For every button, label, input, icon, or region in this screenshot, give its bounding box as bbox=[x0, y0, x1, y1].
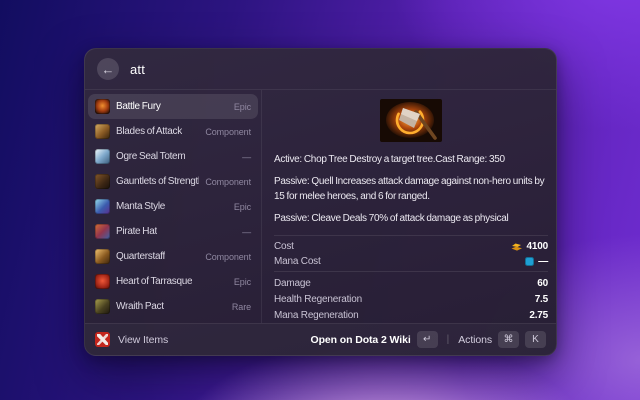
item-badge: Epic bbox=[234, 277, 251, 287]
mana-cost-row: Mana Cost — bbox=[274, 254, 548, 269]
item-name: Battle Fury bbox=[116, 101, 161, 112]
detail-separator bbox=[274, 235, 548, 236]
list-item-battle-fury[interactable]: Battle Fury Epic bbox=[88, 94, 258, 119]
detail-panel: Active: Chop Tree Destroy a target tree.… bbox=[262, 90, 556, 323]
mana-regen-row: Mana Regeneration 2.75 bbox=[274, 307, 548, 323]
mana-cost-value: — bbox=[538, 256, 548, 267]
list-item-pirate-hat[interactable]: Pirate Hat — bbox=[88, 219, 258, 244]
item-badge: Epic bbox=[234, 102, 251, 112]
actions-menu-button[interactable]: Actions ⌘ K bbox=[458, 331, 546, 348]
back-button[interactable]: ← bbox=[97, 58, 119, 80]
gold-coin-icon bbox=[510, 242, 523, 252]
open-wiki-action[interactable]: Open on Dota 2 Wiki ↵ bbox=[311, 331, 438, 348]
launcher-window: ← att Battle Fury Epic Blades of Attack … bbox=[84, 48, 557, 356]
item-name: Heart of Tarrasque bbox=[116, 276, 192, 287]
item-badge: Component bbox=[205, 177, 251, 187]
item-name: Ogre Seal Totem bbox=[116, 151, 185, 162]
item-badge: Component bbox=[205, 252, 251, 262]
item-art-wrapper bbox=[274, 99, 548, 142]
ability-passive-quell-text: Passive: Quell Increases attack damage a… bbox=[274, 174, 548, 204]
damage-value: 60 bbox=[537, 278, 548, 289]
item-name: Manta Style bbox=[116, 201, 165, 212]
desktop-background: ← att Battle Fury Epic Blades of Attack … bbox=[0, 0, 640, 400]
item-badge: — bbox=[242, 152, 251, 162]
list-item-heart-of-tarrasque[interactable]: Heart of Tarrasque Epic bbox=[88, 269, 258, 294]
mana-cost-label: Mana Cost bbox=[274, 256, 321, 267]
list-item-quarterstaff[interactable]: Quarterstaff Component bbox=[88, 244, 258, 269]
quarterstaff-icon bbox=[95, 249, 110, 264]
manta-style-icon bbox=[95, 199, 110, 214]
cost-row: Cost 4100 bbox=[274, 239, 548, 254]
health-regen-row: Health Regeneration 7.5 bbox=[274, 291, 548, 307]
pirate-hat-icon bbox=[95, 224, 110, 239]
heart-of-tarrasque-icon bbox=[95, 274, 110, 289]
item-name: Blades of Attack bbox=[116, 126, 182, 137]
battle-fury-image bbox=[380, 99, 442, 142]
search-bar: ← att bbox=[85, 49, 556, 89]
list-item-ogre-seal-totem[interactable]: Ogre Seal Totem — bbox=[88, 144, 258, 169]
content-area: Battle Fury Epic Blades of Attack Compon… bbox=[85, 90, 556, 323]
ability-active-text: Active: Chop Tree Destroy a target tree.… bbox=[274, 152, 548, 167]
command-label: View Items bbox=[118, 334, 168, 346]
results-list: Battle Fury Epic Blades of Attack Compon… bbox=[85, 90, 261, 323]
health-regen-value: 7.5 bbox=[535, 294, 548, 305]
list-item-wraith-pact[interactable]: Wraith Pact Rare bbox=[88, 294, 258, 319]
dota2-logo-icon bbox=[95, 332, 110, 347]
status-bar: View Items Open on Dota 2 Wiki ↵ | Actio… bbox=[85, 323, 556, 355]
item-name: Pirate Hat bbox=[116, 226, 157, 237]
blades-of-attack-icon bbox=[95, 124, 110, 139]
item-badge: Rare bbox=[232, 302, 251, 312]
actions-label: Actions bbox=[458, 334, 492, 346]
open-wiki-label: Open on Dota 2 Wiki bbox=[311, 334, 411, 346]
mana-regen-label: Mana Regeneration bbox=[274, 310, 358, 321]
ability-passive-cleave-text: Passive: Cleave Deals 70% of attack dama… bbox=[274, 211, 548, 226]
enter-key-icon: ↵ bbox=[417, 331, 438, 348]
item-badge: Component bbox=[205, 127, 251, 137]
damage-label: Damage bbox=[274, 278, 311, 289]
k-key-icon: K bbox=[525, 331, 546, 348]
mana-icon bbox=[525, 257, 534, 266]
cost-label: Cost bbox=[274, 241, 294, 252]
list-item-blades-of-attack[interactable]: Blades of Attack Component bbox=[88, 119, 258, 144]
battle-fury-icon bbox=[95, 99, 110, 114]
search-input[interactable]: att bbox=[130, 62, 145, 77]
gauntlets-of-strength-icon bbox=[95, 174, 110, 189]
item-badge: — bbox=[242, 227, 251, 237]
wraith-pact-icon bbox=[95, 299, 110, 314]
ogre-seal-totem-icon bbox=[95, 149, 110, 164]
item-name: Quarterstaff bbox=[116, 251, 165, 262]
item-name: Wraith Pact bbox=[116, 301, 164, 312]
detail-separator bbox=[274, 271, 548, 272]
list-item-gauntlets-of-strength[interactable]: Gauntlets of Strength Component bbox=[88, 169, 258, 194]
back-arrow-icon: ← bbox=[102, 63, 115, 76]
cost-value: 4100 bbox=[527, 241, 548, 252]
item-badge: Epic bbox=[234, 202, 251, 212]
command-key-icon: ⌘ bbox=[498, 331, 519, 348]
damage-row: Damage 60 bbox=[274, 275, 548, 291]
health-regen-label: Health Regeneration bbox=[274, 294, 362, 305]
list-item-manta-style[interactable]: Manta Style Epic bbox=[88, 194, 258, 219]
mana-regen-value: 2.75 bbox=[529, 310, 548, 321]
item-name: Gauntlets of Strength bbox=[116, 176, 199, 187]
actions-divider: | bbox=[447, 334, 450, 345]
